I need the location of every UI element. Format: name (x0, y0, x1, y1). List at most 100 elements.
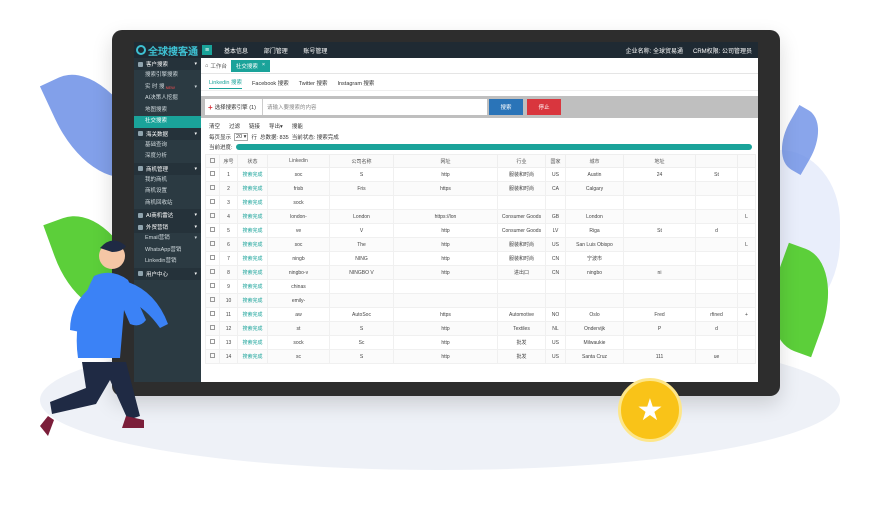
table-row[interactable]: 2 搜索完成 frisb Fris https 服装和时尚 CA Calgary (205, 181, 756, 196)
nav-account[interactable]: 账号管理 (303, 49, 327, 55)
table-cell: Milwaukie (565, 335, 624, 350)
search-button[interactable]: 搜索 (489, 99, 523, 115)
row-checkbox[interactable] (205, 195, 220, 210)
row-checkbox[interactable] (205, 321, 220, 336)
sidebar-item[interactable]: 我的商机 (134, 175, 201, 187)
status-link[interactable]: 搜索完成 (237, 279, 268, 294)
table-cell: 5 (219, 223, 238, 238)
row-checkbox[interactable] (205, 181, 220, 196)
sidebar-item[interactable]: 社交搜索 (134, 116, 201, 128)
sidebar-item[interactable]: AI决策人挖掘 (134, 93, 201, 105)
table-row[interactable]: 6 搜索完成 soc The http 服装和时尚 US San Luis Obispo L (205, 237, 756, 252)
tab-home[interactable]: ⌂ 工作台 (205, 62, 227, 70)
sidebar-item-label: 我的商机 (145, 176, 168, 183)
status-link[interactable]: 搜索完成 (237, 293, 268, 308)
close-icon[interactable]: × (262, 62, 265, 70)
home-icon: ⌂ (205, 62, 209, 69)
row-checkbox[interactable] (205, 265, 220, 280)
sidebar-item[interactable]: 基础查询 (134, 140, 201, 152)
row-checkbox[interactable] (205, 293, 220, 308)
status-link[interactable]: 搜索完成 (237, 349, 268, 364)
filter-button[interactable]: 过滤 (229, 122, 240, 130)
export-button[interactable]: 导出▾ (269, 122, 283, 130)
row-checkbox[interactable] (205, 237, 220, 252)
table-cell: http (393, 265, 498, 280)
table-cell: Calgary (565, 181, 624, 196)
table-row[interactable]: 14 搜索完成 sc Shttp 批发 US Santa Cruz 111 ue (205, 349, 756, 364)
nav-basic-info[interactable]: 基本信息 (224, 49, 248, 55)
status-link[interactable]: 搜索完成 (237, 209, 268, 224)
stop-button[interactable]: 停止 (527, 99, 561, 115)
table-row[interactable]: 5 搜索完成 ve Vhttp Consumer Goods LV Riga St d (205, 223, 756, 238)
status-link[interactable]: 搜索完成 (237, 181, 268, 196)
subtab-instagram[interactable]: Instagram 搜索 (337, 79, 374, 87)
sidebar-group[interactable]: AI商机雷达 ▾ (134, 209, 201, 221)
link-button[interactable]: 链接 (249, 122, 260, 130)
row-checkbox[interactable] (205, 251, 220, 266)
sidebar-item[interactable]: 地图搜索 (134, 105, 201, 117)
per-page-select[interactable]: 20 ▾ (234, 133, 249, 141)
table-row[interactable]: 10 搜索完成 emily- (205, 293, 756, 308)
table-cell (545, 195, 566, 210)
sidebar-item[interactable]: 商机回收站 (134, 198, 201, 210)
table-cell: http (393, 321, 498, 336)
status-link[interactable]: 搜索完成 (237, 167, 268, 182)
row-checkbox[interactable] (205, 167, 220, 182)
search-logo-icon (136, 45, 146, 55)
table-row[interactable]: 3 搜索完成 sock (205, 195, 756, 210)
table-row[interactable]: 8 搜索完成 ningbo-v NINGBO Vhttp 进出口 CN ningbo ni (205, 265, 756, 280)
sidebar-item[interactable]: 搜索引擎搜索 (134, 70, 201, 82)
table-row[interactable]: 12 搜索完成 st Shttp Textiles NL Ondervijk Pd (205, 321, 756, 336)
status-link[interactable]: 搜索完成 (237, 237, 268, 252)
sidebar-group[interactable]: 客户搜索 ▾ (134, 58, 201, 70)
sidebar-group[interactable]: 外贸营销 ▾ (134, 221, 201, 233)
row-checkbox[interactable] (205, 209, 220, 224)
table-row[interactable]: 9 搜索完成 chinas (205, 279, 756, 294)
row-checkbox[interactable] (205, 223, 220, 238)
table-cell: london- (267, 209, 330, 224)
table-cell: 7 (219, 251, 238, 266)
status-link[interactable]: 搜索完成 (237, 335, 268, 350)
sidebar-group[interactable]: 商机管理 ▾ (134, 162, 201, 175)
search-capability-button[interactable]: 搜能 (292, 122, 303, 130)
sidebar-item-label: 基础查询 (145, 141, 168, 148)
table-row[interactable]: 7 搜索完成 ningb NING http 服装和时尚 CN 宁波市 (205, 251, 756, 266)
sidebar-group[interactable]: 海关数据 ▾ (134, 127, 201, 140)
status-link[interactable]: 搜索完成 (237, 265, 268, 280)
table-row[interactable]: 11 搜索完成 aw AutoSoc https Automotive NO Oslo Fred… (205, 307, 756, 322)
subtab-twitter[interactable]: Twitter 搜索 (299, 79, 328, 87)
status-link[interactable]: 搜索完成 (237, 195, 268, 210)
new-badge: NEW (165, 84, 175, 90)
status-link[interactable]: 搜索完成 (237, 251, 268, 266)
row-checkbox[interactable] (205, 279, 220, 294)
table-cell: 进出口 (497, 265, 546, 280)
menu-toggle-icon[interactable]: ≡ (202, 45, 212, 55)
table-cell: Fred (623, 307, 696, 322)
table-row[interactable]: 1 搜索完成 soc Shttp 服装和时尚 US Austin 24 St (205, 167, 756, 182)
row-checkbox[interactable] (205, 335, 220, 350)
status-link[interactable]: 搜索完成 (237, 223, 268, 238)
sidebar-item[interactable]: 商机设置 (134, 186, 201, 198)
sidebar-item[interactable]: 深度分析 (134, 151, 201, 163)
subtab-facebook[interactable]: Facebook 搜索 (252, 79, 289, 87)
table-cell (545, 293, 566, 308)
chevron-down-icon: ▾ (194, 224, 197, 230)
table-row[interactable]: 13 搜索完成 sock Sc http 批发 US Milwaukie (205, 335, 756, 350)
nav-department[interactable]: 部门管理 (264, 49, 288, 55)
sidebar-item[interactable]: 实 时 搜 NEW ▾ (134, 82, 201, 94)
row-checkbox[interactable] (205, 349, 220, 364)
row-checkbox[interactable] (205, 307, 220, 322)
status-link[interactable]: 搜索完成 (237, 307, 268, 322)
engine-select[interactable]: + 选择搜索引擎 (1) (205, 99, 263, 115)
table-cell: S (329, 349, 394, 364)
tab-social-search[interactable]: 社交搜索 × (230, 59, 271, 72)
table-row[interactable]: 4 搜索完成 london- London https://lon Consumer Go… (205, 209, 756, 224)
chevron-down-icon: ▾ (194, 130, 197, 137)
subtab-linkedin[interactable]: Linkedin 搜索 (209, 78, 243, 89)
table-cell (737, 195, 756, 210)
clear-button[interactable]: 清空 (209, 122, 220, 130)
status-link[interactable]: 搜索完成 (237, 321, 268, 336)
select-all-checkbox[interactable] (205, 154, 220, 168)
table-cell: ningbo (565, 265, 624, 280)
keyword-input[interactable]: 请输入要搜索的内容 (263, 99, 487, 115)
